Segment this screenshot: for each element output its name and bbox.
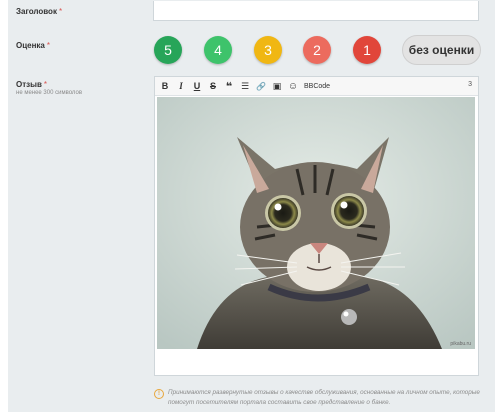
smiley-icon[interactable]: ☺ [285, 79, 301, 93]
required-mark: * [58, 7, 63, 16]
review-label-text: Отзыв [16, 80, 42, 89]
list-icon[interactable]: ☰ [237, 79, 253, 93]
review-hint: не менее 300 символов [16, 90, 83, 96]
underline-icon[interactable]: U [189, 79, 205, 93]
rating-1-button[interactable]: 1 [353, 36, 381, 64]
required-mark: * [43, 80, 47, 89]
cat-photo-image [157, 97, 475, 349]
inserted-cat-photo: pikabu.ru [157, 97, 475, 349]
info-icon: ! [154, 389, 164, 399]
quote-icon[interactable]: ❝ [221, 79, 237, 93]
title-label: Заголовок * [16, 7, 62, 16]
image-icon[interactable]: ▣ [269, 79, 285, 93]
guidelines-note: Принимаются развернутые отзывы о качеств… [168, 389, 480, 406]
editor-toolbar: B I U S ❝ ☰ 🔗 ▣ ☺ BBCode 3 [155, 77, 478, 96]
rating-3-button[interactable]: 3 [254, 36, 282, 64]
rating-2-button[interactable]: 2 [303, 36, 331, 64]
character-counter: 3 [468, 81, 472, 88]
bbcode-button[interactable]: BBCode [301, 79, 333, 93]
bold-icon[interactable]: B [157, 79, 173, 93]
rating-selector: 5 4 3 2 1 без оценки [0, 35, 500, 65]
rating-5-button[interactable]: 5 [154, 36, 182, 64]
no-rating-button[interactable]: без оценки [402, 35, 481, 65]
link-icon[interactable]: 🔗 [253, 79, 269, 93]
rating-4-button[interactable]: 4 [204, 36, 232, 64]
image-watermark: pikabu.ru [450, 341, 471, 347]
review-label: Отзыв * [16, 80, 47, 89]
italic-icon[interactable]: I [173, 79, 189, 93]
strikethrough-icon[interactable]: S [205, 79, 221, 93]
title-label-text: Заголовок [16, 7, 57, 16]
title-input[interactable] [153, 1, 479, 21]
review-editor[interactable]: B I U S ❝ ☰ 🔗 ▣ ☺ BBCode 3 pikabu.ru [154, 76, 479, 376]
